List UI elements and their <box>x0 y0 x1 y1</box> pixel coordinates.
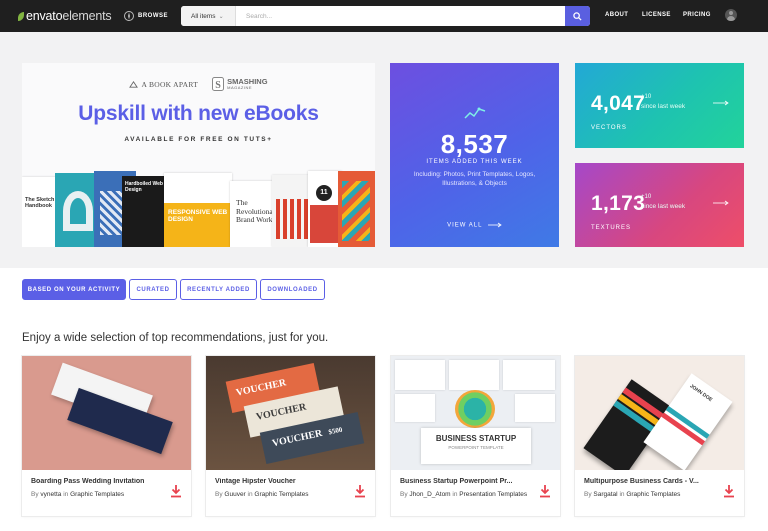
vectors-label: VECTORS <box>591 125 627 131</box>
user-avatar-icon[interactable] <box>725 9 737 21</box>
promo-brands: A BOOK APART S SMASHING MAGAZINE <box>22 77 375 91</box>
item-thumbnail-voucher[interactable]: VOUCHER VOUCHER VOUCHER $500 <box>206 356 375 470</box>
search-category-label: All items <box>191 12 216 20</box>
view-all-link[interactable]: VIEW ALL <box>390 222 559 229</box>
browse-button[interactable]: BROWSE <box>124 9 168 23</box>
item-author[interactable]: Guuver <box>224 491 245 498</box>
item-thumbnail-startup[interactable]: BUSINESS STARTUP POWERPOINT TEMPLATE <box>391 356 560 470</box>
items-added-value: 8,537 <box>440 129 509 159</box>
item-meta: By Guuver in Graphic Templates <box>215 491 309 498</box>
smashing-s-icon: S <box>212 77 225 91</box>
view-all-label: VIEW ALL <box>447 222 483 229</box>
book-cover-orange <box>338 171 375 247</box>
bizcard-name: JOHN DOE <box>688 383 714 404</box>
items-added-description: Including: Photos, Print Templates, Logo… <box>413 171 536 188</box>
book-cover-eleven: 11 <box>308 171 342 247</box>
item-meta: By Sargatal in Graphic Templates <box>584 491 681 498</box>
item-card[interactable]: BUSINESS STARTUP POWERPOINT TEMPLATE Bus… <box>391 356 560 516</box>
vectors-stat-card[interactable]: 4,047 +10 since last week VECTORS <box>575 63 744 148</box>
item-category[interactable]: Graphic Templates <box>626 491 680 498</box>
item-card[interactable]: JOHN DOE Multipurpose Business Cards - V… <box>575 356 744 516</box>
vectors-since: since last week <box>641 103 686 110</box>
promo-title: Upskill with new eBooks <box>78 102 319 125</box>
book-cover-hardboiled: Hardboiled Web Design <box>122 176 166 247</box>
download-icon[interactable] <box>723 484 735 498</box>
search-icon <box>573 11 582 21</box>
book-hardboiled-title: Hardboiled Web Design <box>125 181 163 193</box>
section-heading: Enjoy a wide selection of top recommenda… <box>22 332 329 344</box>
textures-plus: +10 <box>641 194 652 200</box>
item-meta: By vynetta in Graphic Templates <box>31 491 125 498</box>
textures-value: 1,173 <box>591 192 646 215</box>
svg-text:S: S <box>215 80 221 91</box>
ebook-covers: The Sketch Handbook Hardboiled Web Desig… <box>22 171 375 247</box>
logo-light-text: elements <box>62 9 112 23</box>
book-apart-icon <box>129 80 139 88</box>
item-thumbnail-business-cards[interactable]: JOHN DOE <box>575 356 744 470</box>
chevron-down-icon: ⌄ <box>218 13 224 20</box>
book-cover-responsive: RESPONSIVE WEB DESIGN <box>164 173 232 247</box>
tab-based-on-activity[interactable]: BASED ON YOUR ACTIVITY <box>22 279 126 300</box>
items-added-label: ITEMS ADDED THIS WEEK <box>426 159 523 165</box>
smashing-magazine-brand: S SMASHING MAGAZINE <box>212 77 268 91</box>
logo-main-text: envato <box>26 9 63 23</box>
search-bar: All items ⌄ <box>181 6 590 26</box>
book-responsive-title: RESPONSIVE WEB DESIGN <box>164 203 232 247</box>
vectors-value: 4,047 <box>591 92 646 115</box>
book-cover-teal <box>55 173 99 247</box>
trend-chart-icon <box>464 107 486 119</box>
brand-2-sub: MAGAZINE <box>227 84 252 90</box>
promo-subtitle: AVAILABLE FOR FREE ON TUTS+ <box>124 136 273 143</box>
item-author[interactable]: Sargatal <box>593 491 617 498</box>
download-icon[interactable] <box>170 484 182 498</box>
item-author[interactable]: Jhon_D_Atom <box>409 491 450 498</box>
search-button[interactable] <box>565 6 590 26</box>
book-eleven-number: 11 <box>316 185 332 201</box>
tab-recently-added[interactable]: RECENTLY ADDED <box>180 279 257 300</box>
items-added-stat-card[interactable]: 8,537 ITEMS ADDED THIS WEEK Including: P… <box>390 63 559 247</box>
voucher-price: $500 <box>327 425 344 437</box>
ebooks-promo-banner[interactable]: A BOOK APART S SMASHING MAGAZINE Upskill… <box>22 63 375 247</box>
a-book-apart-brand: A BOOK APART <box>129 80 198 89</box>
envato-elements-logo[interactable]: envatoelements <box>18 9 112 23</box>
nav-about-link[interactable]: ABOUT <box>605 12 628 18</box>
item-title[interactable]: Business Startup Powerpoint Pr... <box>400 478 535 485</box>
item-title[interactable]: Multipurpose Business Cards - V... <box>584 478 719 485</box>
download-icon[interactable] <box>354 484 366 498</box>
item-meta: By Jhon_D_Atom in Presentation Templates <box>400 491 528 498</box>
item-card[interactable]: VOUCHER VOUCHER VOUCHER $500 Vintage Hip… <box>206 356 375 516</box>
item-title[interactable]: Vintage Hipster Voucher <box>215 478 350 485</box>
tab-curated[interactable]: CURATED <box>129 279 177 300</box>
startup-thumb-sub: POWERPOINT TEMPLATE <box>448 445 504 450</box>
vectors-plus: +10 <box>641 94 652 100</box>
search-input[interactable] <box>237 6 565 26</box>
envato-leaf-icon <box>18 11 24 21</box>
top-navbar: envatoelements BROWSE All items ⌄ ABOUT … <box>0 0 768 32</box>
download-icon[interactable] <box>539 484 551 498</box>
brand-1-text: A BOOK APART <box>141 79 199 89</box>
item-category[interactable]: Graphic Templates <box>254 491 308 498</box>
book-cover-red-pattern <box>272 175 312 247</box>
arrow-right-icon <box>487 222 502 228</box>
textures-since: since last week <box>641 203 686 210</box>
item-title[interactable]: Boarding Pass Wedding Invitation <box>31 478 166 485</box>
arrow-right-icon <box>713 200 729 206</box>
item-thumbnail-boarding-pass[interactable] <box>22 356 191 470</box>
startup-thumb-title: BUSINESS STARTUP <box>435 434 517 443</box>
textures-label: TEXTURES <box>591 225 632 231</box>
browse-grid-icon <box>124 11 134 21</box>
search-category-select[interactable]: All items ⌄ <box>181 6 236 26</box>
textures-stat-card[interactable]: 1,173 +10 since last week TEXTURES <box>575 163 744 247</box>
item-category[interactable]: Graphic Templates <box>70 491 124 498</box>
item-category[interactable]: Presentation Templates <box>459 491 527 498</box>
browse-label: BROWSE <box>138 13 168 19</box>
arrow-right-icon <box>713 100 729 106</box>
item-author[interactable]: vynetta <box>40 491 61 498</box>
nav-pricing-link[interactable]: PRICING <box>683 12 711 18</box>
item-card[interactable]: Boarding Pass Wedding Invitation By vyne… <box>22 356 191 516</box>
tab-downloaded[interactable]: DOWNLOADED <box>260 279 325 300</box>
nav-license-link[interactable]: LICENSE <box>642 12 671 18</box>
